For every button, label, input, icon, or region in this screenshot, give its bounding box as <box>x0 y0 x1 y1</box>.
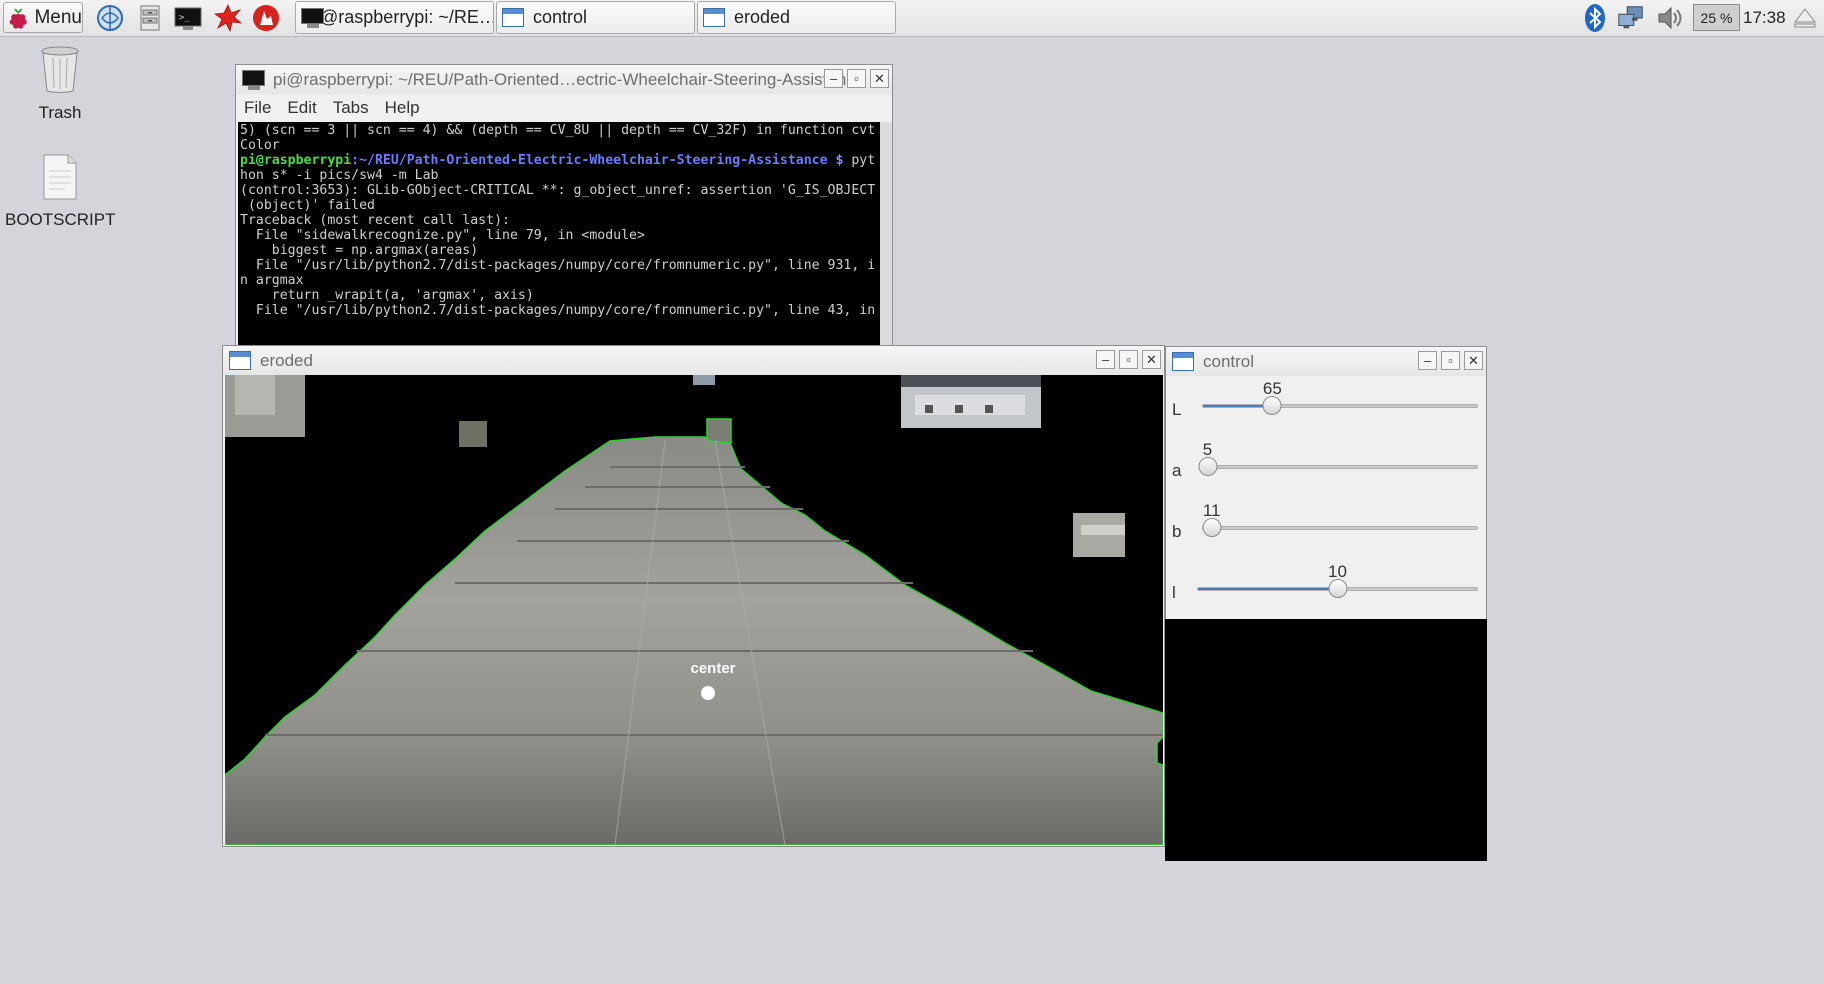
maximize-button[interactable]: ▫ <box>1441 351 1460 370</box>
control-panel: L 65 a 5 b 11 l 10 <box>1166 376 1486 619</box>
terminal-line: 5) (scn == 3 || scn == 4) && (depth == C… <box>240 123 876 138</box>
desktop-icon-trash[interactable]: Trash <box>5 44 115 123</box>
wolfram-icon[interactable] <box>251 3 281 33</box>
close-button[interactable]: ✕ <box>1464 351 1483 370</box>
terminal-output[interactable]: 5) (scn == 3 || scn == 4) && (depth == C… <box>238 122 880 351</box>
prompt-path: :~/REU/Path-Oriented-Electric-Wheelchair… <box>351 153 828 168</box>
terminal-line: File "/usr/lib/python2.7/dist-packages/n… <box>240 303 876 318</box>
document-icon <box>43 154 77 200</box>
taskbar: Menu >_ pi@raspberrypi: ~/RE… control er… <box>0 0 1824 37</box>
terminal-line: return _wrapit(a, 'argmax', axis) <box>240 288 534 303</box>
window-icon <box>1171 350 1197 374</box>
slider-handle[interactable] <box>1198 457 1218 476</box>
network-icon[interactable] <box>1616 3 1646 33</box>
slider-track[interactable] <box>1202 526 1478 530</box>
window-icon <box>501 6 527 30</box>
window-title: pi@raspberrypi: ~/REU/Path-Oriented…ectr… <box>273 69 865 89</box>
menu-tabs[interactable]: Tabs <box>333 98 369 118</box>
eject-icon[interactable] <box>1790 3 1820 33</box>
window-title: eroded <box>260 350 313 370</box>
volume-icon[interactable] <box>1655 3 1685 33</box>
control-titlebar[interactable]: control – ▫ ✕ <box>1166 347 1486 376</box>
slider-handle[interactable] <box>1202 518 1222 537</box>
terminal-icon <box>241 68 267 92</box>
minimize-button[interactable]: – <box>1096 350 1115 369</box>
sidewalk-mask-image: center <box>225 375 1163 845</box>
web-browser-icon[interactable] <box>95 3 125 33</box>
terminal-window: pi@raspberrypi: ~/REU/Path-Oriented…ectr… <box>235 64 893 352</box>
terminal-line: (object)' failed <box>240 198 375 213</box>
terminal-line: Color <box>240 138 280 153</box>
terminal-menubar: File Edit Tabs Help <box>236 94 892 122</box>
slider-fill <box>1198 588 1338 590</box>
slider-L: L 65 <box>1166 379 1486 439</box>
bluetooth-icon[interactable] <box>1580 3 1610 33</box>
clock[interactable]: 17:38 <box>1743 0 1786 36</box>
desktop-icon-bootscript[interactable]: BOOTSCRIPT <box>5 153 116 230</box>
prompt-command: pyt <box>843 153 876 168</box>
menu-button[interactable]: Menu <box>3 2 83 33</box>
control-window-empty-area <box>1165 619 1487 861</box>
slider-l: l 10 <box>1166 562 1486 622</box>
close-button[interactable]: ✕ <box>1142 350 1161 369</box>
maximize-button[interactable]: ▫ <box>1119 350 1138 369</box>
terminal-line: (control:3653): GLib-GObject-CRITICAL **… <box>240 183 876 198</box>
terminal-line: File "sidewalkrecognize.py", line 79, in… <box>240 228 645 243</box>
terminal-scrollbar[interactable] <box>880 122 892 351</box>
terminal-prompt-line: pi@raspberrypi:~/REU/Path-Oriented-Elect… <box>240 153 880 168</box>
terminal-titlebar[interactable]: pi@raspberrypi: ~/REU/Path-Oriented…ectr… <box>236 65 892 94</box>
cpu-monitor: 25 % <box>1693 4 1740 31</box>
menu-file[interactable]: File <box>244 98 271 118</box>
taskbar-item-label: eroded <box>734 7 791 27</box>
terminal-line: File "/usr/lib/python2.7/dist-packages/n… <box>240 258 876 273</box>
slider-b: b 11 <box>1166 501 1486 561</box>
trash-icon <box>41 46 79 93</box>
eroded-image: center <box>225 375 1163 845</box>
center-marker <box>701 686 715 700</box>
menu-help[interactable]: Help <box>385 98 420 118</box>
mathematica-icon[interactable] <box>213 3 243 33</box>
close-button[interactable]: ✕ <box>870 69 889 88</box>
prompt-dollar: $ <box>827 153 844 168</box>
window-title: control <box>1203 351 1255 371</box>
slider-track[interactable] <box>1202 404 1478 408</box>
cpu-usage: 25 % <box>1700 9 1733 26</box>
slider-a: a 5 <box>1166 440 1486 500</box>
slider-handle[interactable] <box>1328 579 1347 598</box>
window-icon <box>702 6 728 30</box>
slider-name: b <box>1172 522 1182 541</box>
maximize-button[interactable]: ▫ <box>847 69 866 88</box>
terminal-line: n argmax <box>240 273 304 288</box>
minimize-button[interactable]: – <box>824 69 843 88</box>
taskbar-item-label: control <box>533 7 588 27</box>
taskbar-item-terminal[interactable]: pi@raspberrypi: ~/RE… <box>295 1 494 34</box>
terminal-line: hon s* -i pics/sw4 -m Lab <box>240 168 439 183</box>
slider-name: a <box>1172 461 1182 480</box>
slider-track[interactable] <box>1202 465 1478 469</box>
window-icon <box>228 349 254 373</box>
menu-edit[interactable]: Edit <box>287 98 316 118</box>
minimize-button[interactable]: – <box>1418 351 1437 370</box>
slider-name: L <box>1172 400 1182 419</box>
slider-name: l <box>1172 583 1176 602</box>
prompt-user: pi@raspberrypi <box>240 153 352 168</box>
raspberry-icon <box>9 8 27 29</box>
control-window: control – ▫ ✕ L 65 a 5 b 11 l 10 <box>1165 346 1487 620</box>
eroded-window: eroded – ▫ ✕ center <box>222 345 1165 847</box>
taskbar-item-control[interactable]: control <box>496 1 695 34</box>
taskbar-item-label: pi@raspberrypi: ~/RE… <box>306 7 494 27</box>
taskbar-item-eroded[interactable]: eroded <box>697 1 896 34</box>
terminal-icon[interactable]: >_ <box>173 3 203 33</box>
terminal-line: Traceback (most recent call last): <box>240 213 510 228</box>
menu-label: Menu <box>34 6 82 28</box>
desktop-icon-label: Trash <box>38 103 82 122</box>
eroded-titlebar[interactable]: eroded – ▫ ✕ <box>223 346 1164 375</box>
terminal-line: biggest = np.argmax(areas) <box>240 243 479 258</box>
svg-text:>_: >_ <box>179 13 190 23</box>
center-label: center <box>690 660 735 677</box>
file-manager-icon[interactable] <box>135 3 165 33</box>
desktop-icon-label: BOOTSCRIPT <box>5 210 116 229</box>
slider-handle[interactable] <box>1262 396 1282 415</box>
